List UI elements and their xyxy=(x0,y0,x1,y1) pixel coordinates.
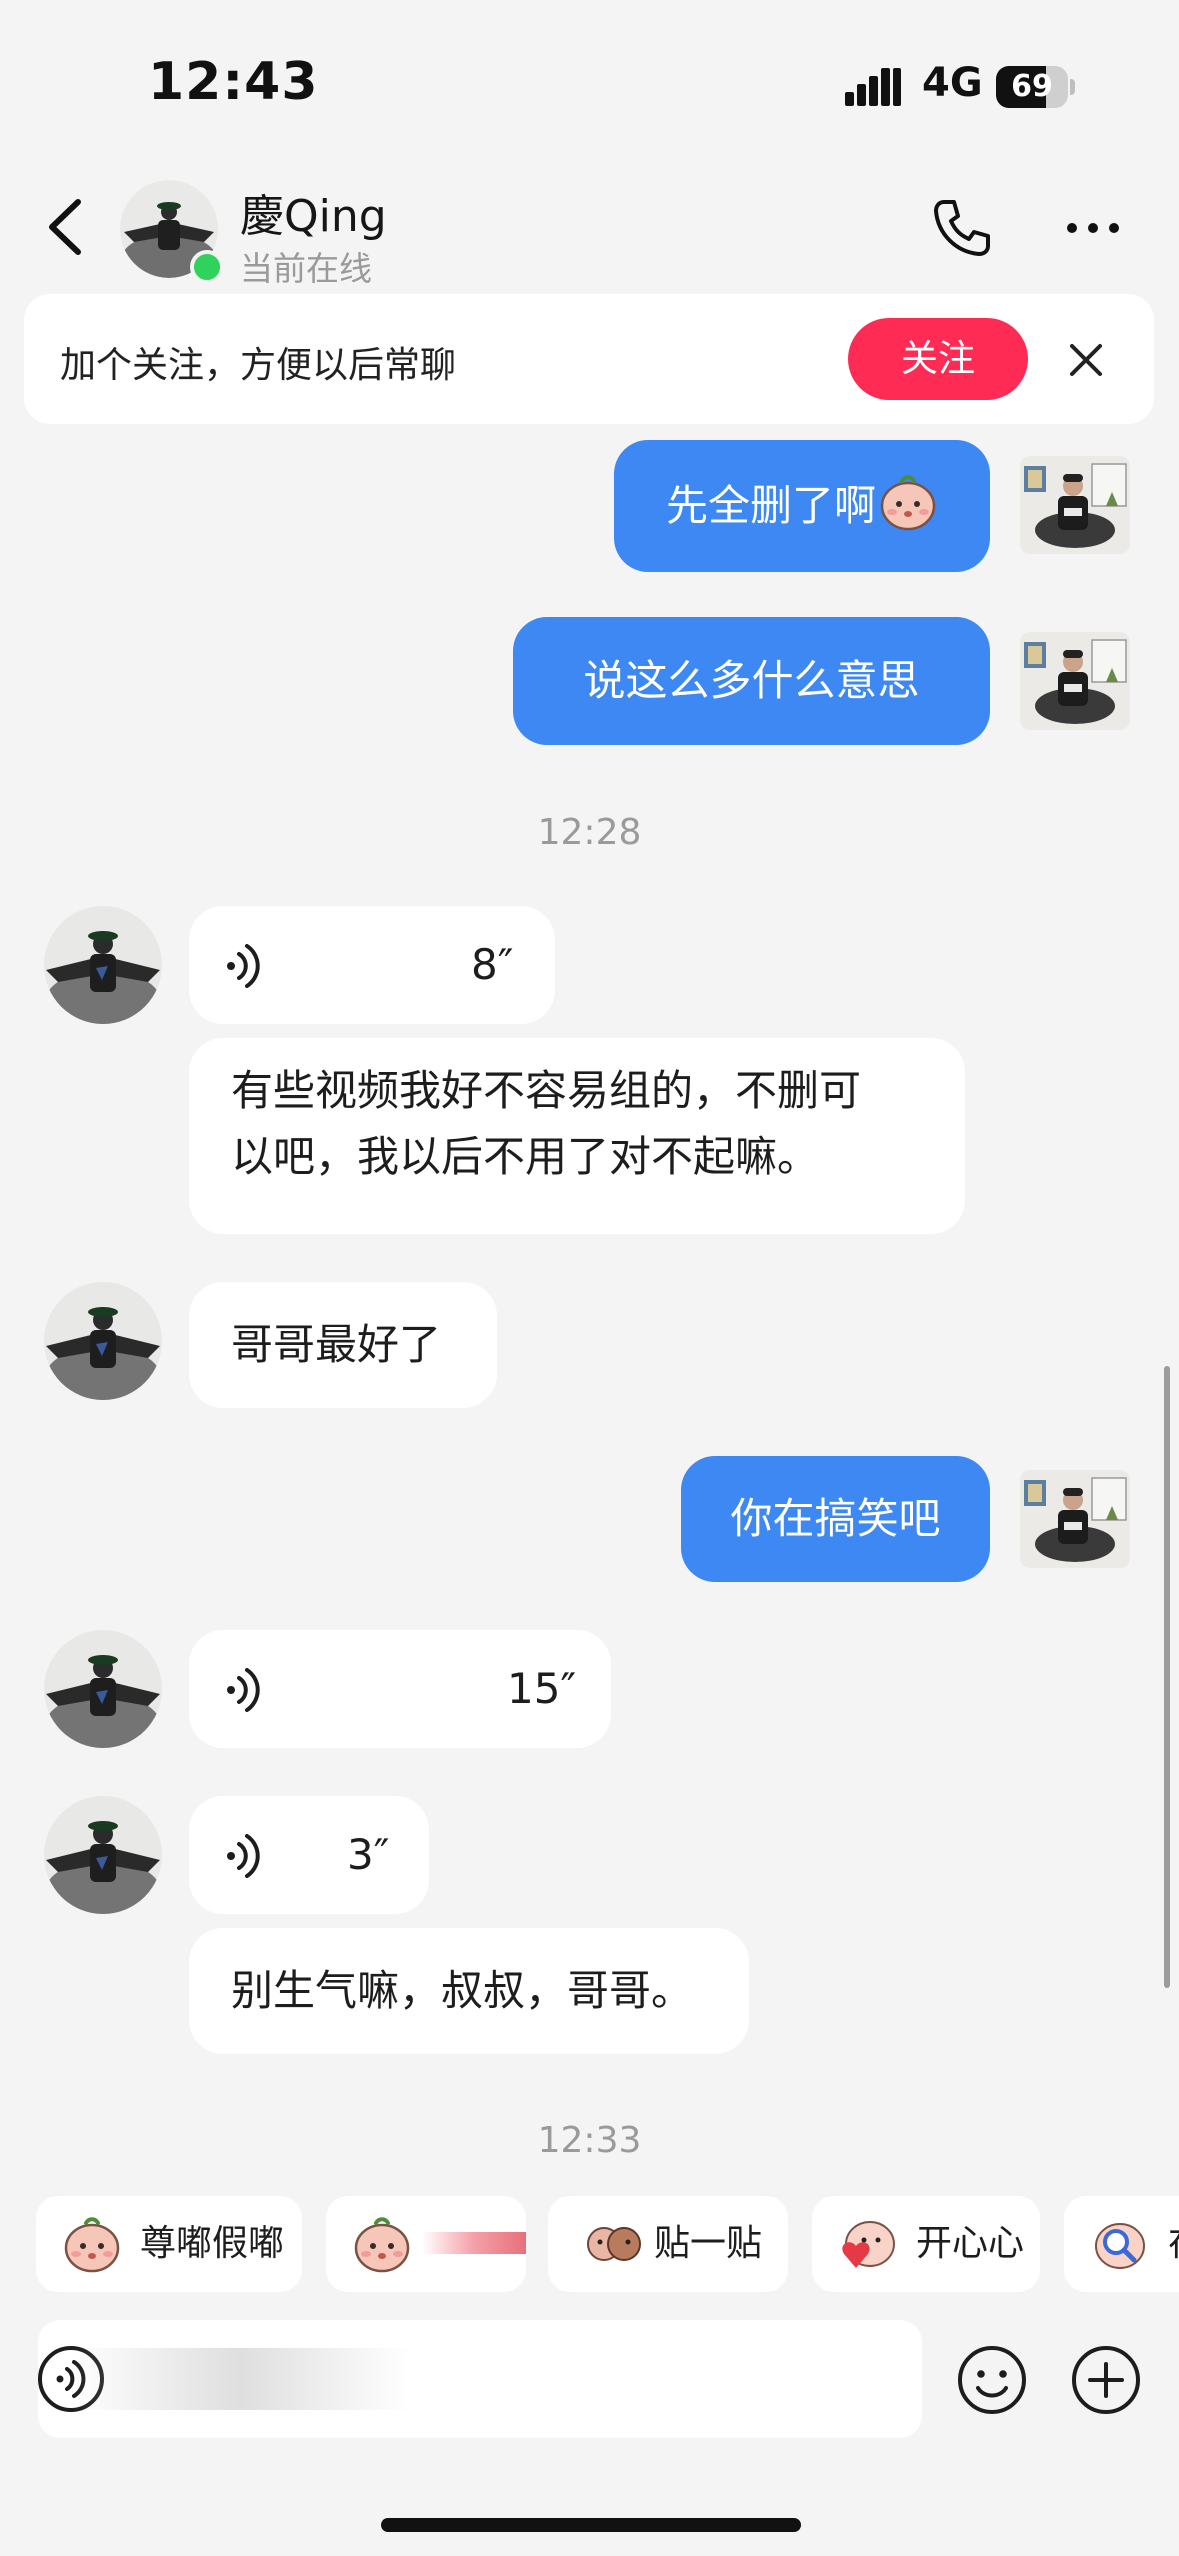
add-more-icon[interactable] xyxy=(1070,2344,1142,2416)
contact-name[interactable]: 慶Qing xyxy=(240,180,387,244)
sticker-chip[interactable]: 尊嘟假嘟 xyxy=(36,2196,302,2292)
voice-wave-icon xyxy=(225,1832,261,1880)
message-text: 别生气嘛，叔叔，哥哥。 xyxy=(231,1966,694,2015)
sticker-chip[interactable] xyxy=(326,2196,526,2292)
voice-duration: 3″ xyxy=(347,1830,390,1879)
voice-duration: 8″ xyxy=(471,940,514,989)
incoming-message[interactable]: 有些视频我好不容易组的，不删可 以吧，我以后不用了对不起嘛。 xyxy=(189,1038,965,1234)
sticker-chip-label: 尊嘟假嘟 xyxy=(140,2223,285,2264)
contact-avatar[interactable] xyxy=(44,1282,162,1400)
motion-streak xyxy=(70,2348,410,2410)
contact-avatar[interactable] xyxy=(44,1630,162,1748)
emoji-face-icon[interactable] xyxy=(956,2344,1028,2416)
my-avatar[interactable] xyxy=(1020,632,1130,730)
status-time: 12:43 xyxy=(148,52,319,112)
voice-wave-icon xyxy=(225,942,261,990)
presence-status: 当前在线 xyxy=(240,249,372,288)
message-text: 说这么多什么意思 xyxy=(583,656,920,705)
my-avatar[interactable] xyxy=(1020,456,1130,554)
peach-sticker-icon xyxy=(62,2214,122,2274)
incoming-message[interactable]: 别生气嘛，叔叔，哥哥。 xyxy=(189,1928,749,2054)
follow-button[interactable]: 关注 xyxy=(848,318,1028,400)
outgoing-message[interactable]: 说这么多什么意思 xyxy=(513,617,990,745)
home-indicator xyxy=(381,2518,801,2532)
sticker-chip[interactable]: 贴一贴 xyxy=(548,2196,788,2292)
battery-indicator: 69 xyxy=(996,66,1075,108)
voice-message[interactable]: 3″ xyxy=(189,1796,429,1914)
voice-duration: 15″ xyxy=(507,1664,577,1713)
sticker-chip[interactable]: 开心心 xyxy=(812,2196,1040,2292)
close-icon[interactable] xyxy=(1068,342,1104,378)
contact-avatar[interactable] xyxy=(44,1796,162,1914)
phone-call-icon[interactable] xyxy=(930,196,994,260)
network-type: 4G xyxy=(922,60,983,106)
message-text: 你在搞笑吧 xyxy=(730,1494,941,1543)
hug-sticker-icon xyxy=(587,2227,641,2261)
outgoing-message[interactable]: 先全删了啊 xyxy=(614,440,990,572)
contact-avatar[interactable] xyxy=(44,906,162,1024)
online-status-dot xyxy=(190,250,224,284)
heart-peach-sticker-icon xyxy=(842,2221,895,2268)
back-chevron-icon[interactable] xyxy=(44,196,86,258)
sticker-chip-label: 在 xyxy=(1168,2196,1179,2292)
magnifier-sticker-icon xyxy=(1095,2223,1145,2269)
battery-percent: 69 xyxy=(1011,69,1053,104)
sweat-peach-emoji-icon xyxy=(878,472,938,532)
message-text-line: 以吧，我以后不用了对不起嘛。 xyxy=(231,1132,820,1181)
voice-wave-icon xyxy=(225,1666,261,1714)
my-avatar[interactable] xyxy=(1020,1470,1130,1568)
motion-streak xyxy=(422,2232,526,2254)
message-text-line: 有些视频我好不容易组的，不删可 xyxy=(231,1066,862,1115)
peach-sticker-icon xyxy=(352,2214,412,2274)
voice-message[interactable]: 8″ xyxy=(189,906,555,1024)
sticker-chip-label: 贴一贴 xyxy=(654,2223,763,2264)
incoming-message[interactable]: 哥哥最好了 xyxy=(189,1282,497,1408)
follow-banner-text: 加个关注，方便以后常聊 xyxy=(60,345,457,386)
timestamp: 12:28 xyxy=(537,812,642,853)
timestamp: 12:33 xyxy=(537,2120,642,2161)
sticker-chip[interactable]: 在 xyxy=(1064,2196,1179,2292)
cellular-signal-icon xyxy=(845,68,901,106)
message-text: 先全删了啊 xyxy=(665,481,876,530)
voice-message[interactable]: 15″ xyxy=(189,1630,611,1748)
message-text: 哥哥最好了 xyxy=(231,1320,442,1369)
sticker-chip-label: 开心心 xyxy=(916,2223,1025,2264)
scrollbar[interactable] xyxy=(1164,1366,1170,1988)
outgoing-message[interactable]: 你在搞笑吧 xyxy=(681,1456,990,1582)
more-options-icon[interactable] xyxy=(1066,218,1120,238)
